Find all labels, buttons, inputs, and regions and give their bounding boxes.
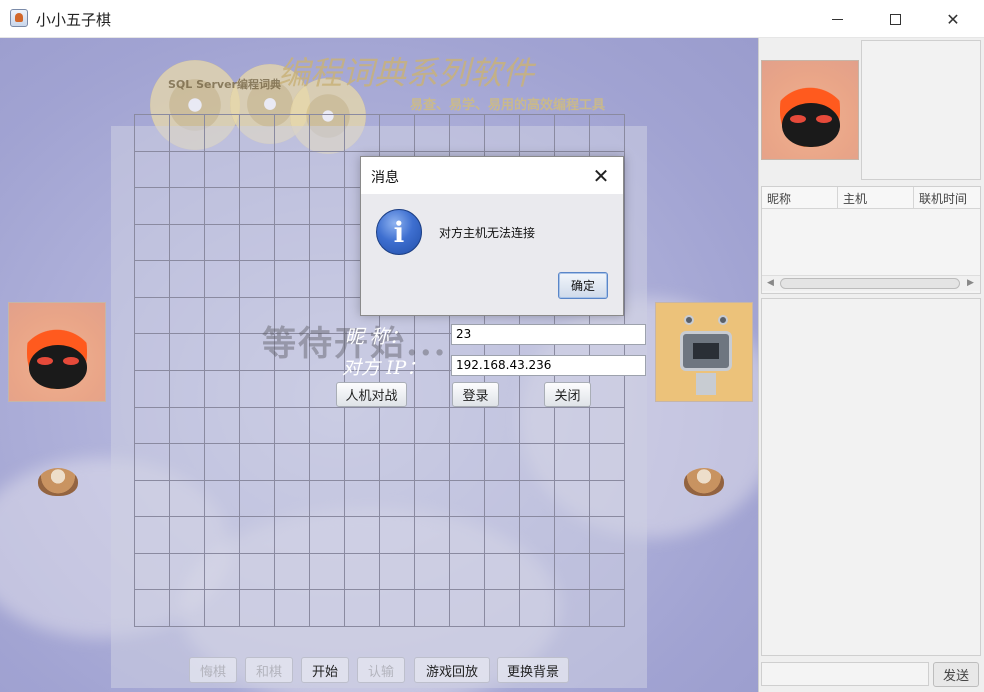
mask-icon xyxy=(29,345,87,389)
scroll-right-icon[interactable]: ▶ xyxy=(967,278,974,288)
ip-address-field[interactable]: 192.168.43.236 xyxy=(451,355,646,376)
login-button[interactable]: 登录 xyxy=(452,382,499,407)
close-icon: ✕ xyxy=(946,9,960,29)
player-avatar xyxy=(8,302,106,402)
change-background-button[interactable]: 更换背景 xyxy=(497,657,569,683)
opponent-stone-bowl-icon xyxy=(684,468,724,496)
player-info-panel xyxy=(861,40,981,180)
minimize-button[interactable] xyxy=(808,0,866,38)
banner-title: 编程词典系列软件 xyxy=(278,54,535,92)
java-app-icon xyxy=(10,9,28,27)
column-header-connect-time[interactable]: 联机时间 xyxy=(914,187,980,209)
column-header-host[interactable]: 主机 xyxy=(838,187,914,209)
maximize-button[interactable] xyxy=(866,0,924,38)
undo-move-button[interactable]: 悔棋 xyxy=(189,657,237,683)
player-stone-bowl-icon xyxy=(38,468,78,496)
dialog-titlebar: 消息 ✕ xyxy=(361,157,623,194)
title-bar: 小小五子棋 ✕ xyxy=(0,0,984,38)
start-button[interactable]: 开始 xyxy=(301,657,349,683)
board-grid-line xyxy=(134,589,625,590)
close-icon: ✕ xyxy=(592,164,610,188)
maximize-icon xyxy=(889,13,901,25)
dialog-message: 对方主机无法连接 xyxy=(439,226,536,240)
nickname-label: 昵 称： xyxy=(345,326,409,348)
dialog-close-button[interactable]: ✕ xyxy=(587,163,615,189)
chat-input[interactable] xyxy=(761,662,929,686)
mask-icon xyxy=(782,103,840,147)
ok-button[interactable]: 确定 xyxy=(558,272,608,299)
side-panel: 昵称 主机 联机时间 ◀ ▶ 发送 xyxy=(758,38,984,692)
ai-battle-button[interactable]: 人机对战 xyxy=(336,382,407,407)
game-replay-button[interactable]: 游戏回放 xyxy=(414,657,490,683)
close-button[interactable]: 关闭 xyxy=(544,382,591,407)
horizontal-scrollbar[interactable]: ◀ ▶ xyxy=(762,275,980,291)
board-grid-line xyxy=(134,443,625,444)
ip-label: 对方 IP： xyxy=(342,357,426,379)
robot-icon xyxy=(680,331,732,371)
scroll-left-icon[interactable]: ◀ xyxy=(767,278,774,288)
minimize-icon xyxy=(831,18,843,20)
resign-button[interactable]: 认输 xyxy=(357,657,405,683)
message-dialog: 消息 ✕ i 对方主机无法连接 确定 xyxy=(360,156,624,316)
board-grid-line xyxy=(134,516,625,517)
nickname-field[interactable]: 23 xyxy=(451,324,646,345)
board-grid-line xyxy=(134,407,625,408)
self-avatar xyxy=(761,60,859,160)
opponent-avatar xyxy=(655,302,753,402)
send-button[interactable]: 发送 xyxy=(933,662,979,687)
window-title: 小小五子棋 xyxy=(36,11,112,29)
offer-draw-button[interactable]: 和棋 xyxy=(245,657,293,683)
chat-log[interactable] xyxy=(761,298,981,656)
info-icon: i xyxy=(376,209,422,255)
scrollbar-thumb[interactable] xyxy=(780,278,960,289)
column-header-nickname[interactable]: 昵称 xyxy=(762,187,838,209)
online-users-table[interactable]: 昵称 主机 联机时间 ◀ ▶ xyxy=(761,186,981,294)
board-grid-line xyxy=(134,480,625,481)
banner-cd-label: SQL Server编程词典 xyxy=(168,78,281,91)
table-header: 昵称 主机 联机时间 xyxy=(762,187,980,209)
dialog-title: 消息 xyxy=(371,170,399,186)
close-window-button[interactable]: ✕ xyxy=(924,0,982,38)
board-grid-line xyxy=(134,553,625,554)
banner-subtitle: 易查、易学、易用的高效编程工具 xyxy=(410,98,606,113)
board-grid-line xyxy=(134,626,625,627)
